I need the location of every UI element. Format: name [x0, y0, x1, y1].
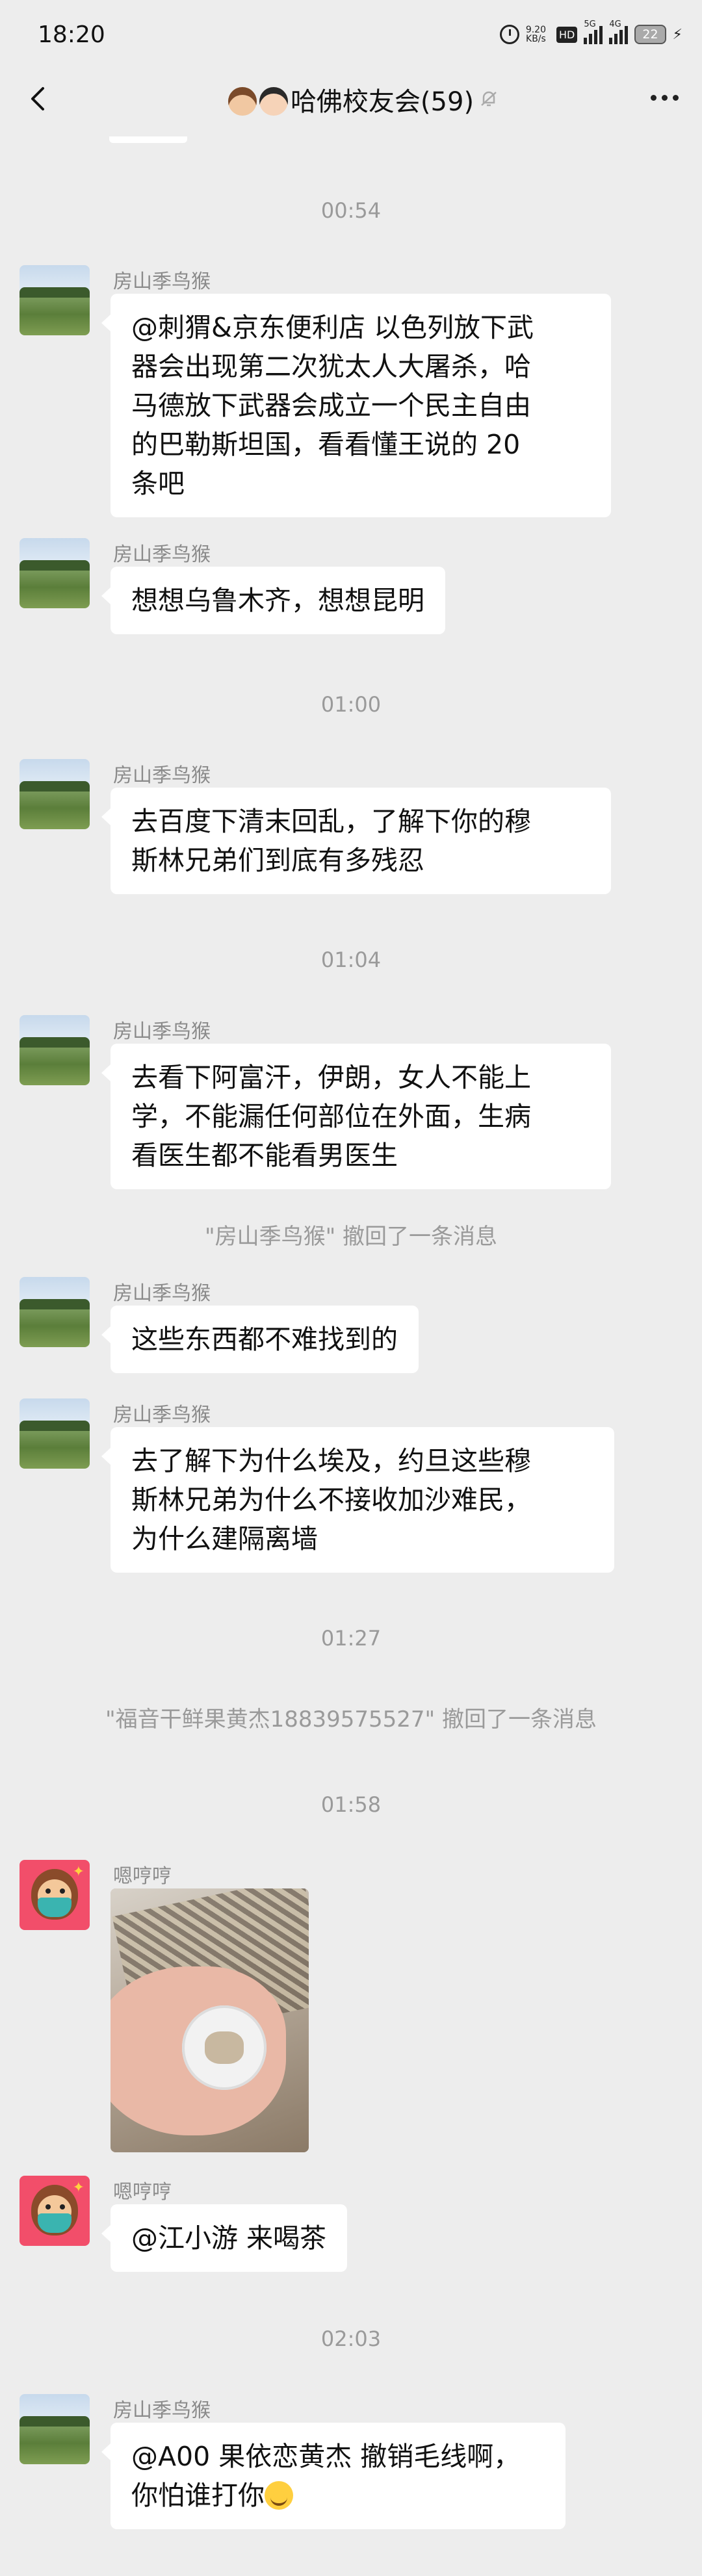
avatar[interactable]: ✦ — [20, 2176, 90, 2246]
message-text-line: 去百度下清末回乱，了解下你的穆 — [131, 806, 531, 837]
network-speed: 9.20 KB/s — [526, 25, 546, 44]
avatar[interactable]: ✦ — [20, 1860, 90, 1930]
recall-notice: "房山季鸟猴" 撤回了一条消息 — [204, 1224, 498, 1250]
more-icon[interactable] — [651, 95, 679, 101]
timestamp: 00:54 — [320, 198, 382, 223]
sender-name: 房山季鸟猴 — [113, 1020, 211, 1043]
message-text-line: @江小游 来喝茶 — [131, 2222, 327, 2254]
message-bubble[interactable]: 去百度下清末回乱，了解下你的穆 斯林兄弟们到底有多残忍 — [101, 788, 611, 894]
hd-icon: HD — [556, 26, 578, 43]
sender-name: 房山季鸟猴 — [113, 543, 211, 566]
network-speed-unit: KB/s — [526, 34, 546, 44]
mute-bell-icon — [481, 91, 497, 107]
signal-5g-icon: 5G — [584, 19, 603, 44]
sender-name: 嗯哼哼 — [113, 1865, 172, 1888]
chat-title-text: 哈佛校友会(59) — [290, 87, 474, 117]
grin-sweat-emoji-icon — [265, 2481, 293, 2510]
previous-bubble-edge — [109, 136, 187, 143]
message-text-line: @刺猬&京东便利店 以色列放下武 — [131, 312, 534, 343]
timestamp: 02:03 — [320, 2326, 382, 2351]
message-bubble[interactable]: @刺猬&京东便利店 以色列放下武 器会出现第二次犹太人大屠杀，哈 马德放下武器会… — [101, 294, 611, 517]
message-text-line: 去了解下为什么埃及，约旦这些穆 — [131, 1445, 531, 1476]
message-bubble[interactable]: 去了解下为什么埃及，约旦这些穆 斯林兄弟为什么不接收加沙难民， 为什么建隔离墙 — [101, 1427, 614, 1573]
message-text: 你怕谁打你 — [131, 2480, 265, 2511]
message-bubble[interactable]: 去看下阿富汗，伊朗，女人不能上 学，不能漏任何部位在外面，生病 看医生都不能看男… — [101, 1044, 611, 1189]
network-speed-value: 9.20 — [525, 25, 546, 35]
sender-name: 房山季鸟猴 — [113, 1282, 211, 1305]
charging-icon: ⚡ — [672, 26, 682, 43]
sender-name: 房山季鸟猴 — [113, 764, 211, 787]
message-text-line: 看医生都不能看男医生 — [131, 1140, 398, 1171]
message-bubble[interactable]: @A00 果依恋黄杰 撤销毛线啊， 你怕谁打你 — [101, 2423, 566, 2529]
sender-name: 房山季鸟猴 — [113, 1404, 211, 1426]
timestamp: 01:00 — [320, 692, 382, 717]
avatar[interactable] — [20, 1398, 90, 1469]
chat-title[interactable]: 哈佛校友会(59) — [0, 81, 702, 118]
status-time: 18:20 — [38, 21, 105, 48]
message-text-line: 想想乌鲁木齐，想想昆明 — [131, 585, 424, 616]
message-bubble[interactable]: @江小游 来喝茶 — [101, 2204, 348, 2272]
timestamp: 01:58 — [320, 1792, 382, 1817]
timestamp: 01:27 — [320, 1626, 382, 1651]
message-text-line: 你怕谁打你 — [131, 2476, 545, 2515]
signal-4g-icon: 4G — [609, 19, 629, 44]
signal-4g-label: 4G — [609, 19, 621, 29]
avatar[interactable] — [20, 538, 90, 608]
status-bar: 18:20 9.20 KB/s HD 5G 4G 22 ⚡ — [0, 0, 702, 69]
message-text-line: @A00 果依恋黄杰 撤销毛线啊， — [131, 2441, 521, 2472]
message-text-line: 马德放下武器会成立一个民主自由 — [131, 390, 531, 421]
alarm-icon — [499, 25, 519, 44]
status-icons: 9.20 KB/s HD 5G 4G 22 ⚡ — [499, 19, 682, 44]
signal-5g-label: 5G — [584, 19, 596, 29]
avatar[interactable] — [20, 1015, 90, 1085]
avatar[interactable] — [20, 759, 90, 829]
image-message[interactable] — [110, 1888, 309, 2152]
message-bubble[interactable]: 想想乌鲁木齐，想想昆明 — [101, 567, 445, 634]
message-text-line: 条吧 — [131, 468, 185, 499]
sender-name: 房山季鸟猴 — [113, 2399, 211, 2422]
chat-header: 哈佛校友会(59) — [0, 69, 702, 127]
woman-emoji-icon — [259, 87, 288, 116]
message-text-line: 斯林兄弟们到底有多残忍 — [131, 845, 424, 876]
avatar[interactable] — [20, 1277, 90, 1347]
message-text-line: 斯林兄弟为什么不接收加沙难民， — [131, 1484, 531, 1515]
message-text-line: 学，不能漏任何部位在外面，生病 — [131, 1101, 531, 1132]
message-text-line: 器会出现第二次犹太人大屠杀，哈 — [131, 351, 531, 382]
message-text-line: 为什么建隔离墙 — [131, 1523, 318, 1554]
sender-name: 房山季鸟猴 — [113, 270, 211, 293]
message-text-line: 去看下阿富汗，伊朗，女人不能上 — [131, 1062, 531, 1093]
message-bubble[interactable]: 这些东西都不难找到的 — [101, 1306, 419, 1373]
sender-name: 嗯哼哼 — [113, 2181, 172, 2204]
man-emoji-icon — [228, 87, 257, 116]
message-text-line: 的巴勒斯坦国，看看懂王说的 20 — [131, 429, 521, 460]
message-text-line: 这些东西都不难找到的 — [131, 1324, 398, 1355]
avatar[interactable] — [20, 265, 90, 335]
recall-notice: "福音干鲜果黄杰18839575527" 撤回了一条消息 — [105, 1707, 597, 1732]
battery-icon: 22 — [634, 25, 666, 44]
timestamp: 01:04 — [320, 947, 382, 972]
avatar[interactable] — [20, 2394, 90, 2464]
